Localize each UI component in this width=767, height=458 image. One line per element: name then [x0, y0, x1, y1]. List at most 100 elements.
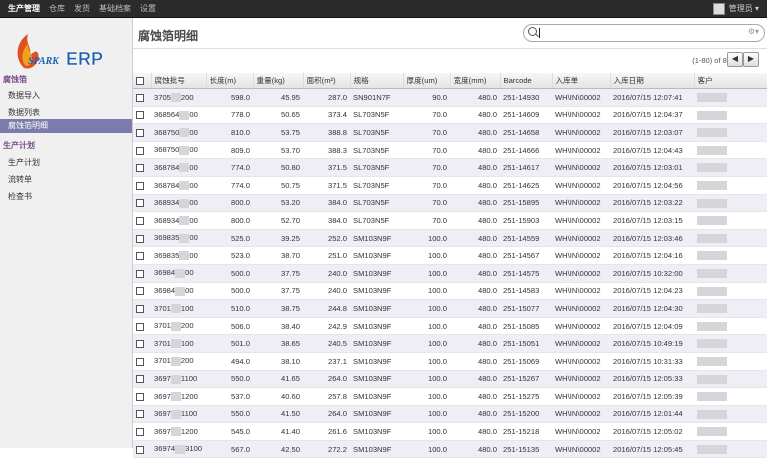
table-row[interactable]: 3701 200 494.0 38.10 237.1 SM103N9F 100.0 480.0… — [133, 352, 767, 371]
cell-customer — [694, 246, 767, 265]
table-row[interactable]: 368784 00 774.0 50.75 371.5 SL703N5F 70.0 480.0… — [133, 176, 767, 195]
table-row[interactable]: 368750 00 809.0 53.70 388.3 SL703N5F 70.0 480.0… — [133, 141, 767, 160]
cell-thickness: 100.0 — [403, 317, 450, 336]
user-menu[interactable]: 管理员 ▾ — [712, 0, 759, 17]
table-row[interactable]: 368750 00 810.0 53.75 388.8 SL703N5F 70.0 480.0… — [133, 123, 767, 142]
cell-receipt-date: 2016/07/15 12:03:46 — [610, 229, 694, 248]
next-page-button[interactable]: ▶ — [743, 52, 759, 67]
cell-spec: SL703N5F — [350, 211, 403, 230]
cell-barcode: 251-14567 — [500, 246, 552, 265]
sidebar-item-data-list[interactable]: 数据列表 — [8, 107, 40, 118]
col-header-width[interactable]: 宽度(mm) — [450, 73, 501, 89]
col-header-weight[interactable]: 重量(kg) — [253, 73, 304, 89]
cell-thickness: 70.0 — [403, 158, 450, 177]
table-row[interactable]: 368934 00 800.0 53.20 384.0 SL703N5F 70.0 480.0… — [133, 194, 767, 213]
row-checkbox[interactable] — [133, 123, 151, 142]
row-checkbox[interactable] — [133, 282, 151, 301]
search-options-icon[interactable]: ⚙▾ — [748, 27, 759, 36]
sidebar-item-inspection[interactable]: 检查书 — [8, 191, 32, 202]
redaction-mask — [170, 321, 181, 331]
row-checkbox[interactable] — [133, 317, 151, 336]
table-row[interactable]: 3701 100 501.0 38.65 240.5 SM103N9F 100.0 480.0… — [133, 334, 767, 353]
cell-thickness: 100.0 — [403, 405, 450, 424]
nav-settings[interactable]: 设置 — [140, 0, 156, 17]
table-row[interactable]: 36984 00 500.0 37.75 240.0 SM103N9F 100.0 480.0… — [133, 282, 767, 301]
cell-customer — [694, 194, 767, 213]
row-checkbox[interactable] — [133, 194, 151, 213]
cell-customer — [694, 334, 767, 353]
row-checkbox[interactable] — [133, 370, 151, 389]
row-checkbox[interactable] — [133, 405, 151, 424]
row-checkbox[interactable] — [133, 106, 151, 125]
cell-spec: SL703N5F — [350, 106, 403, 125]
row-checkbox[interactable] — [133, 334, 151, 353]
cell-thickness: 100.0 — [403, 229, 450, 248]
col-header-length[interactable]: 长度(m) — [206, 73, 254, 89]
cell-width: 480.0 — [450, 440, 500, 458]
col-header-receipt-date[interactable]: 入库日期 — [610, 73, 695, 89]
row-checkbox[interactable] — [133, 387, 151, 406]
table-row[interactable]: 369835 00 525.0 39.25 252.0 SM103N9F 100.0 480.… — [133, 229, 767, 248]
cell-thickness: 100.0 — [403, 299, 450, 318]
table-row[interactable]: 36974 3100 567.0 42.50 272.2 SM103N9F 100.0 480… — [133, 440, 767, 458]
table-row[interactable]: 368934 00 800.0 52.70 384.0 SL703N5F 70.0 480.0… — [133, 211, 767, 230]
row-checkbox[interactable] — [133, 88, 151, 107]
table-row[interactable]: 3697 1200 545.0 41.40 261.6 SM103N9F 100.0 480.… — [133, 422, 767, 441]
sidebar-item-production-plan[interactable]: 生产计划 — [8, 157, 40, 168]
redaction-mask — [697, 198, 727, 208]
cell-spec: SM103N9F — [350, 264, 403, 283]
table-row[interactable]: 3697 1100 550.0 41.65 264.0 SM103N9F 100.0 480.… — [133, 370, 767, 389]
redaction-mask — [697, 251, 727, 261]
cell-customer — [694, 141, 767, 160]
col-header-spec[interactable]: 规格 — [350, 73, 404, 89]
col-header-barcode[interactable]: Barcode — [500, 73, 553, 89]
table-row[interactable]: 3701 200 506.0 38.40 242.9 SM103N9F 100.0 480.0… — [133, 317, 767, 336]
cell-spec: SM103N9F — [350, 317, 403, 336]
search-input[interactable]: ⚙▾ — [523, 24, 765, 42]
row-checkbox[interactable] — [133, 211, 151, 230]
nav-warehouse[interactable]: 仓库 — [49, 0, 65, 17]
row-checkbox[interactable] — [133, 246, 151, 265]
table-row[interactable]: 3697 1200 537.0 40.60 257.8 SM103N9F 100.0 480.… — [133, 387, 767, 406]
select-all-checkbox[interactable] — [133, 73, 152, 89]
sidebar-item-transfer-order[interactable]: 流转单 — [8, 174, 32, 185]
table-row[interactable]: 368564 00 778.0 50.65 373.4 SL703N5F 70.0 480.0… — [133, 106, 767, 125]
col-header-customer[interactable]: 客户 — [694, 73, 767, 89]
table-row[interactable]: 369835 00 523.0 38.70 251.0 SM103N9F 100.0 480.… — [133, 246, 767, 265]
row-checkbox[interactable] — [133, 440, 151, 458]
col-header-area[interactable]: 面积(m²) — [303, 73, 351, 89]
table-row[interactable]: 3705 200 598.0 45.95 287.0 SN901N7F 90.0 480.0 2… — [133, 88, 767, 107]
table-row[interactable]: 3701 100 510.0 38.75 244.8 SM103N9F 100.0 480.0… — [133, 299, 767, 318]
cell-barcode: 251-15051 — [500, 334, 552, 353]
foil-detail-table: 腐蚀批号 长度(m) 重量(kg) 面积(m²) 规格 厚度(um) 宽度(mm… — [133, 73, 767, 458]
table-row[interactable]: 36984 00 500.0 37.75 240.0 SM103N9F 100.0 480.0… — [133, 264, 767, 283]
nav-production[interactable]: 生产管理 — [8, 0, 40, 17]
sidebar-item-data-import[interactable]: 数据导入 — [8, 90, 40, 101]
cell-batch: 3705 200 — [151, 88, 206, 107]
cell-length: 774.0 — [206, 158, 253, 177]
col-header-thickness[interactable]: 厚度(um) — [403, 73, 451, 89]
sidebar-item-foil-detail[interactable]: 腐蚀箔明细 — [0, 119, 132, 133]
row-checkbox[interactable] — [133, 141, 151, 160]
row-checkbox[interactable] — [133, 422, 151, 441]
col-header-batch[interactable]: 腐蚀批号 — [151, 73, 207, 89]
row-checkbox[interactable] — [133, 229, 151, 248]
avatar — [712, 2, 725, 15]
col-header-receipt[interactable]: 入库单 — [552, 73, 611, 89]
cell-customer — [694, 422, 767, 441]
table-row[interactable]: 368784 00 774.0 50.80 371.5 SL703N5F 70.0 480.0… — [133, 158, 767, 177]
row-checkbox[interactable] — [133, 264, 151, 283]
cell-width: 480.0 — [450, 299, 500, 318]
nav-shipping[interactable]: 发货 — [74, 0, 90, 17]
cell-barcode: 251-15895 — [500, 194, 552, 213]
redaction-mask — [179, 110, 190, 120]
row-checkbox[interactable] — [133, 299, 151, 318]
table-row[interactable]: 3697 1100 550.0 41.50 264.0 SM103N9F 100.0 480.… — [133, 405, 767, 424]
row-checkbox[interactable] — [133, 158, 151, 177]
cell-customer — [694, 176, 767, 195]
row-checkbox[interactable] — [133, 176, 151, 195]
cell-width: 480.0 — [450, 352, 500, 371]
nav-master-data[interactable]: 基础档案 — [99, 0, 131, 17]
prev-page-button[interactable]: ◀ — [727, 52, 743, 67]
row-checkbox[interactable] — [133, 352, 151, 371]
